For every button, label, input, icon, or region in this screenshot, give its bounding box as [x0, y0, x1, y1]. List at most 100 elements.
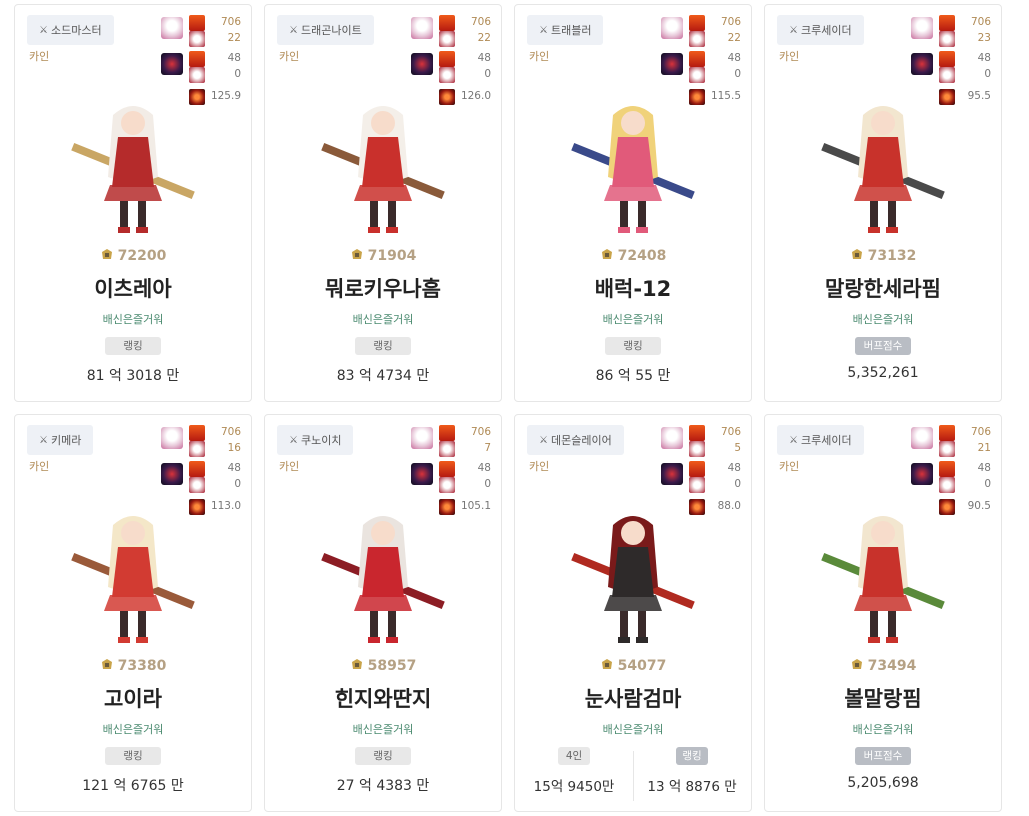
- outfit-icon[interactable]: [939, 441, 955, 457]
- outfit-icon[interactable]: [689, 477, 705, 493]
- outfit-icon[interactable]: [939, 477, 955, 493]
- laurel-crown-icon: [351, 659, 362, 669]
- character-name[interactable]: 볼말랑핌: [765, 683, 1001, 713]
- skirt-shape: [854, 595, 912, 611]
- title-icon[interactable]: [189, 51, 205, 67]
- outfit-icon[interactable]: [439, 441, 455, 457]
- outfit-icon[interactable]: [439, 477, 455, 493]
- outfit-icon[interactable]: [939, 31, 955, 47]
- stat-value: 125.9: [210, 90, 241, 102]
- aura-icon[interactable]: [161, 463, 183, 485]
- aura-icon[interactable]: [661, 463, 683, 485]
- character-name[interactable]: 힌지와딴지: [265, 683, 501, 713]
- character-name[interactable]: 뭐로키우나흠: [265, 273, 501, 303]
- server-label: 카인: [779, 50, 800, 63]
- creature-portrait-icon[interactable]: [161, 427, 183, 449]
- job-label: 크루세이더: [800, 434, 852, 447]
- character-name[interactable]: 이츠레아: [15, 273, 251, 303]
- stat-value: 706: [470, 16, 491, 28]
- title-icon[interactable]: [189, 425, 205, 441]
- title-icon[interactable]: [939, 51, 955, 67]
- aura-icon[interactable]: [661, 53, 683, 75]
- aura-icon[interactable]: [411, 463, 433, 485]
- title-icon[interactable]: [939, 15, 955, 31]
- stat-value: 48: [727, 52, 741, 64]
- body-shape: [862, 137, 904, 187]
- title-icon[interactable]: [689, 425, 705, 441]
- character-avatar[interactable]: [58, 507, 208, 647]
- guild-name[interactable]: 배신은즐거워: [765, 311, 1001, 327]
- guild-name[interactable]: 배신은즐거워: [265, 721, 501, 737]
- outfit-icon[interactable]: [439, 31, 455, 47]
- aura-icon[interactable]: [161, 53, 183, 75]
- outfit-icon[interactable]: [689, 31, 705, 47]
- character-card[interactable]: ⚔ 키메라 카인 706 16 48 0 113.0 73380 고이라 배신은즐거워 랭킹 121 억…: [14, 414, 252, 812]
- aura-icon[interactable]: [411, 53, 433, 75]
- outfit-icon[interactable]: [689, 441, 705, 457]
- title-icon[interactable]: [689, 51, 705, 67]
- character-name[interactable]: 눈사람검마: [515, 683, 751, 713]
- title-icon[interactable]: [439, 461, 455, 477]
- outfit-icon[interactable]: [439, 67, 455, 83]
- outfit-icon[interactable]: [189, 67, 205, 83]
- guild-name[interactable]: 배신은즐거워: [765, 721, 1001, 737]
- character-avatar[interactable]: [808, 97, 958, 237]
- character-avatar[interactable]: [558, 97, 708, 237]
- outfit-icon[interactable]: [189, 441, 205, 457]
- leg-shape: [870, 201, 878, 229]
- title-icon[interactable]: [689, 15, 705, 31]
- title-icon[interactable]: [689, 461, 705, 477]
- laurel-crown-icon: [601, 659, 612, 669]
- leg-shape: [120, 201, 128, 229]
- title-icon[interactable]: [189, 461, 205, 477]
- character-name[interactable]: 고이라: [15, 683, 251, 713]
- guild-name[interactable]: 배신은즐거워: [15, 721, 251, 737]
- outfit-icon[interactable]: [939, 67, 955, 83]
- outfit-icon[interactable]: [189, 31, 205, 47]
- character-card[interactable]: ⚔ 크루세이더 카인 706 21 48 0 90.5 73494 볼말랑핌 배신은즐거워 버프점수 5…: [764, 414, 1002, 812]
- creature-portrait-icon[interactable]: [911, 427, 933, 449]
- title-icon[interactable]: [939, 425, 955, 441]
- body-shape: [612, 137, 654, 187]
- title-icon[interactable]: [189, 15, 205, 31]
- title-icon[interactable]: [939, 461, 955, 477]
- creature-portrait-icon[interactable]: [911, 17, 933, 39]
- fame-score: 54077: [515, 658, 751, 674]
- creature-portrait-icon[interactable]: [411, 17, 433, 39]
- fame-value: 71904: [367, 248, 417, 264]
- character-name[interactable]: 배럭-12: [515, 273, 751, 303]
- title-icon[interactable]: [439, 15, 455, 31]
- creature-portrait-icon[interactable]: [661, 17, 683, 39]
- creature-portrait-icon[interactable]: [411, 427, 433, 449]
- creature-portrait-icon[interactable]: [661, 427, 683, 449]
- character-card[interactable]: ⚔ 소드마스터 카인 706 22 48 0 125.9 72200 이츠레아 배신은즐거워 랭킹 81…: [14, 4, 252, 402]
- stat-value: 0: [234, 478, 241, 490]
- outfit-icon[interactable]: [189, 477, 205, 493]
- title-icon[interactable]: [439, 425, 455, 441]
- character-name[interactable]: 말랑한세라핌: [765, 273, 1001, 303]
- stat-value: 115.5: [710, 90, 741, 102]
- character-avatar[interactable]: [308, 97, 458, 237]
- ranking-badge: 랭킹: [355, 747, 411, 765]
- character-avatar[interactable]: [308, 507, 458, 647]
- stat-value: 706: [970, 16, 991, 28]
- guild-name[interactable]: 배신은즐거워: [265, 311, 501, 327]
- character-avatar[interactable]: [558, 507, 708, 647]
- character-card[interactable]: ⚔ 데몬슬레이어 카인 706 5 48 0 88.0 54077 눈사람검마 배신은즐거워 4인 15…: [514, 414, 752, 812]
- character-card[interactable]: ⚔ 쿠노이치 카인 706 7 48 0 105.1 58957 힌지와딴지 배신은즐거워 랭킹 27 …: [264, 414, 502, 812]
- character-card[interactable]: ⚔ 트래블러 카인 706 22 48 0 115.5 72408 배럭-12 배신은즐거워 랭킹 86…: [514, 4, 752, 402]
- outfit-icon[interactable]: [689, 67, 705, 83]
- character-card[interactable]: ⚔ 드래곤나이트 카인 706 22 48 0 126.0 71904 뭐로키우나흠 배신은즐거워 랭…: [264, 4, 502, 402]
- guild-name[interactable]: 배신은즐거워: [15, 311, 251, 327]
- title-icon[interactable]: [439, 51, 455, 67]
- character-card[interactable]: ⚔ 크루세이더 카인 706 23 48 0 95.5 73132 말랑한세라핌 배신은즐거워 버프점…: [764, 4, 1002, 402]
- aura-icon[interactable]: [911, 463, 933, 485]
- character-avatar[interactable]: [808, 507, 958, 647]
- stat-value: 706: [220, 426, 241, 438]
- creature-portrait-icon[interactable]: [161, 17, 183, 39]
- stat-value: 22: [477, 32, 491, 44]
- aura-icon[interactable]: [911, 53, 933, 75]
- character-avatar[interactable]: [58, 97, 208, 237]
- guild-name[interactable]: 배신은즐거워: [515, 311, 751, 327]
- guild-name[interactable]: 배신은즐거워: [515, 721, 751, 737]
